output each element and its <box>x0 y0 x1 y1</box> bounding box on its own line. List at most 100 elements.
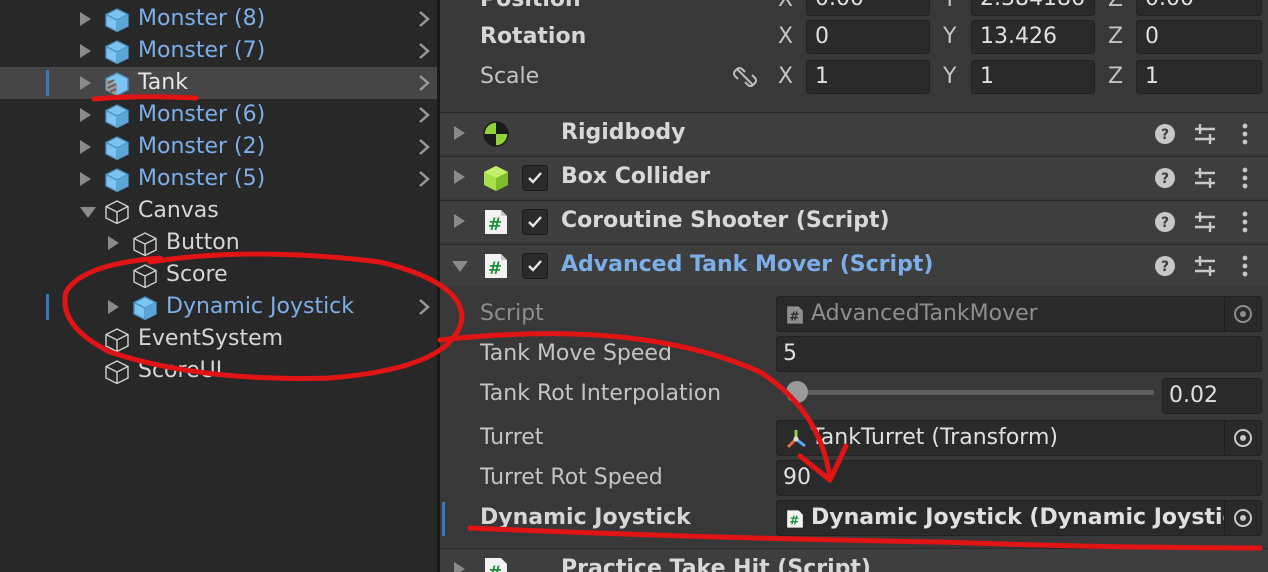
component-tools: ? <box>1152 253 1262 283</box>
gameobject-cube-icon <box>104 199 130 225</box>
scale-y-field[interactable]: 1 <box>971 60 1095 94</box>
script-icon: # <box>482 208 510 236</box>
hierarchy-item-label: Monster (8) <box>138 6 266 31</box>
enable-checkbox[interactable] <box>522 165 548 191</box>
chevron-right-icon[interactable] <box>414 73 434 93</box>
fold-arrow[interactable] <box>80 108 91 122</box>
turret-field[interactable]: TankTurret (Transform) <box>776 420 1262 456</box>
hierarchy-item-monster-7[interactable]: Monster (7) <box>0 35 437 67</box>
dynamic-joystick-field[interactable]: # Dynamic Joystick (Dynamic Joystick) <box>776 500 1262 536</box>
chevron-right-icon[interactable] <box>414 137 434 157</box>
position-label: Position <box>480 0 581 14</box>
component-header-coroutine-shooter[interactable]: # Coroutine Shooter (Script) ? <box>440 200 1268 242</box>
script-icon: # <box>787 510 803 528</box>
hierarchy-item-monster-5[interactable]: Monster (5) <box>0 163 437 195</box>
foldout-arrow[interactable] <box>454 562 465 572</box>
hierarchy-item-label: Tank <box>138 70 188 95</box>
chevron-right-icon[interactable] <box>414 105 434 125</box>
object-picker-button[interactable] <box>1224 421 1261 455</box>
script-field: # AdvancedTankMover <box>776 296 1262 332</box>
position-y-field[interactable]: 2.384186 <box>971 0 1095 16</box>
gameobject-cube-icon <box>104 359 130 385</box>
fold-arrow[interactable] <box>80 44 91 58</box>
chevron-right-icon[interactable] <box>414 9 434 29</box>
unlink-icon[interactable] <box>732 64 758 90</box>
hierarchy-item-scoreui[interactable]: ScoreUI <box>0 355 437 387</box>
presets-icon <box>1195 124 1215 144</box>
rigidbody-icon <box>482 120 510 148</box>
component-title: Coroutine Shooter (Script) <box>561 208 890 233</box>
hierarchy-item-monster-2[interactable]: Monster (2) <box>0 131 437 163</box>
chevron-right-icon[interactable] <box>414 169 434 189</box>
rotation-y-field[interactable]: 13.426 <box>971 20 1095 54</box>
component-header-box-collider[interactable]: Box Collider ? <box>440 156 1268 198</box>
rotation-z-field[interactable]: 0 <box>1136 20 1262 54</box>
slider-thumb[interactable] <box>786 381 809 403</box>
inspector-panel: Position X 0.00 Y 2.384186 Z 0.00 Rotati… <box>440 0 1268 572</box>
help-icon: ? <box>1155 168 1175 188</box>
override-mark <box>442 502 445 536</box>
fold-arrow[interactable] <box>80 172 91 186</box>
position-y-axis: Y <box>943 0 956 14</box>
fold-arrow[interactable] <box>108 236 119 250</box>
foldout-arrow[interactable] <box>454 214 465 228</box>
chevron-right-icon[interactable] <box>414 41 434 61</box>
fold-open-arrow[interactable] <box>80 207 96 218</box>
chevron-right-icon[interactable] <box>414 297 434 317</box>
tank-rot-interpolation-field[interactable]: 0.02 <box>1162 378 1262 414</box>
hierarchy-item-label: Monster (7) <box>138 38 266 63</box>
component-header-practice-take-hit[interactable]: # Practice Take Hit (Script) <box>440 548 1268 572</box>
more-menu-icon <box>1242 255 1248 277</box>
turret-label: Turret <box>480 425 544 450</box>
foldout-arrow[interactable] <box>452 261 468 272</box>
svg-text:#: # <box>789 514 799 528</box>
hierarchy-item-monster-6[interactable]: Monster (6) <box>0 99 437 131</box>
script-label: Script <box>480 301 544 326</box>
tank-rot-interpolation-label: Tank Rot Interpolation <box>480 381 722 406</box>
position-x-field[interactable]: 0.00 <box>806 0 930 16</box>
fold-arrow[interactable] <box>80 76 91 90</box>
more-menu-icon <box>1242 123 1248 145</box>
turret-rot-speed-field[interactable]: 90 <box>776 460 1262 496</box>
prefab-cube-icon <box>104 135 130 161</box>
foldout-arrow[interactable] <box>454 170 465 184</box>
hierarchy-item-monster-8[interactable]: Monster (8) <box>0 3 437 35</box>
rotation-x-field[interactable]: 0 <box>806 20 930 54</box>
box-collider-icon <box>482 164 510 192</box>
hierarchy-item-canvas[interactable]: Canvas <box>0 195 437 227</box>
help-icon: ? <box>1155 124 1175 144</box>
object-picker-button[interactable] <box>1224 501 1261 535</box>
turret-rot-speed-label: Turret Rot Speed <box>480 465 663 490</box>
svg-text:#: # <box>789 310 799 324</box>
hierarchy-item-label: Dynamic Joystick <box>166 294 355 319</box>
script-value: AdvancedTankMover <box>811 301 1038 326</box>
position-z-field[interactable]: 0.00 <box>1136 0 1262 16</box>
hierarchy-item-dynamic-joystick[interactable]: Dynamic Joystick <box>0 291 437 323</box>
tank-move-speed-field[interactable]: 5 <box>776 336 1262 372</box>
slider-track[interactable] <box>790 390 1154 395</box>
target-icon <box>1234 429 1252 447</box>
scale-x-axis: X <box>778 64 794 89</box>
hierarchy-item-eventsystem[interactable]: EventSystem <box>0 323 437 355</box>
enable-checkbox[interactable] <box>522 253 548 279</box>
foldout-arrow[interactable] <box>454 126 465 140</box>
hierarchy-panel: Monster (8) Monster (7) Tank Monster (6) Mon… <box>0 0 437 572</box>
hierarchy-item-label: Button <box>166 230 240 255</box>
enable-checkbox[interactable] <box>522 209 548 235</box>
scale-x-field[interactable]: 1 <box>806 60 930 94</box>
fold-arrow[interactable] <box>80 140 91 154</box>
component-tools: ? <box>1152 209 1262 239</box>
fold-arrow[interactable] <box>108 300 119 314</box>
selection-mark <box>46 70 49 96</box>
component-header-rigidbody[interactable]: Rigidbody ? <box>440 112 1268 154</box>
component-title: Box Collider <box>561 164 711 189</box>
tank-move-speed-label: Tank Move Speed <box>480 341 672 366</box>
hierarchy-item-score[interactable]: Score <box>0 259 437 291</box>
gameobject-cube-icon <box>132 231 158 257</box>
hierarchy-item-tank[interactable]: Tank <box>0 67 437 99</box>
dynamic-joystick-label: Dynamic Joystick <box>480 505 691 530</box>
component-header-advanced-tank-mover[interactable]: # Advanced Tank Mover (Script) ? <box>440 244 1268 286</box>
scale-z-field[interactable]: 1 <box>1136 60 1262 94</box>
fold-arrow[interactable] <box>80 12 91 26</box>
hierarchy-item-button[interactable]: Button <box>0 227 437 259</box>
